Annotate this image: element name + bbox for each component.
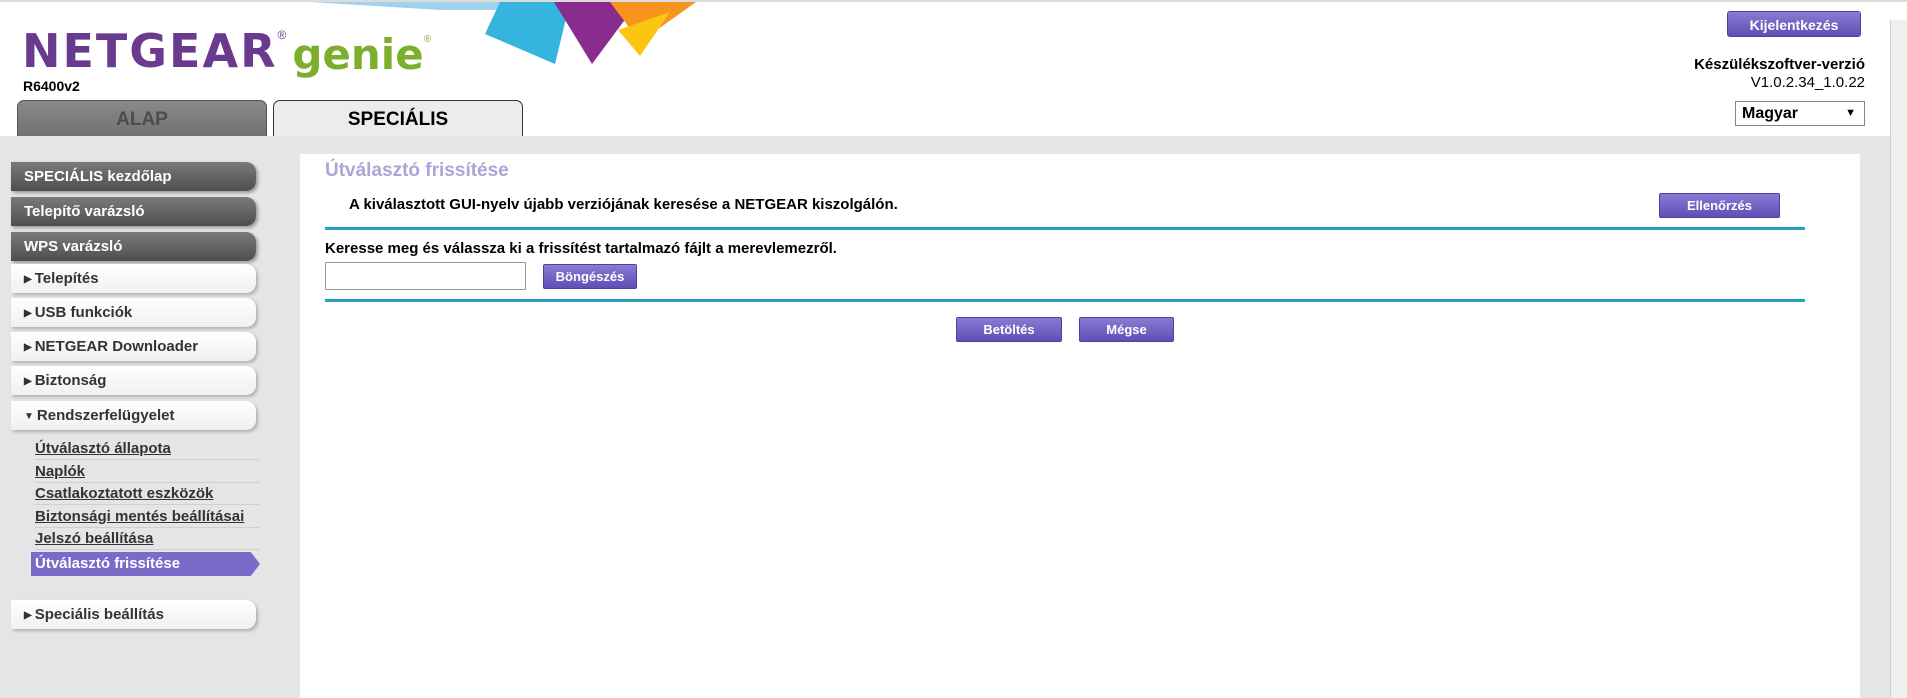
model-name: R6400v2 xyxy=(23,78,80,94)
header: NETGEAR® genie® R6400v2 ALAP SPECIÁLIS Ki… xyxy=(0,0,1907,138)
sidebar-section-label: NETGEAR Downloader xyxy=(34,338,199,355)
upload-button[interactable]: Betöltés xyxy=(956,317,1062,342)
expand-arrow-icon: ▶ xyxy=(24,376,32,387)
collapse-arrow-icon: ▼ xyxy=(24,411,34,422)
file-path-input[interactable] xyxy=(325,262,526,290)
divider xyxy=(325,227,1805,230)
sidebar-section-security[interactable]: ▶ Biztonság xyxy=(11,366,256,395)
check-button[interactable]: Ellenőrzés xyxy=(1659,193,1780,218)
sidebar-item-advanced-home[interactable]: SPECIÁLIS kezdőlap xyxy=(11,162,256,191)
sidebar-item-attached-devices[interactable]: Csatlakoztatott eszközök xyxy=(35,483,260,505)
logo-product-text: genie xyxy=(292,30,424,79)
sidebar-item-backup-settings[interactable]: Biztonsági mentés beállításai xyxy=(35,506,260,528)
logo-registered-mark: ® xyxy=(277,28,287,42)
browse-button[interactable]: Böngészés xyxy=(543,264,637,289)
sidebar-section-label: Telepítés xyxy=(34,270,99,287)
sidebar-item-router-update[interactable]: Útválasztó frissítése xyxy=(31,552,260,576)
chevron-down-icon: ▼ xyxy=(1845,107,1856,119)
expand-arrow-icon: ▶ xyxy=(24,610,32,621)
tab-basic[interactable]: ALAP xyxy=(17,100,267,138)
expand-arrow-icon: ▶ xyxy=(24,342,32,353)
scrollbar[interactable] xyxy=(1890,20,1907,698)
sidebar-section-advanced-setup[interactable]: ▶ Speciális beállítás xyxy=(11,600,256,629)
sidebar-section-label: Speciális beállítás xyxy=(34,606,164,623)
main-content: Útválasztó frissítése A kiválasztott GUI… xyxy=(300,154,1860,698)
tab-advanced[interactable]: SPECIÁLIS xyxy=(273,100,523,138)
page-title: Útválasztó frissítése xyxy=(325,160,509,181)
sidebar-section-setup[interactable]: ▶ Telepítés xyxy=(11,264,256,293)
logo-product-registered-mark: ® xyxy=(423,34,432,45)
sidebar-section-downloader[interactable]: ▶ NETGEAR Downloader xyxy=(11,332,256,361)
expand-arrow-icon: ▶ xyxy=(24,308,32,319)
firmware-version-label: Készülékszoftver-verzió xyxy=(1694,56,1865,73)
file-select-label: Keresse meg és válassza ki a frissítést … xyxy=(325,240,837,257)
sidebar-section-usb[interactable]: ▶ USB funkciók xyxy=(11,298,256,327)
language-select-value: Magyar xyxy=(1742,105,1799,122)
firmware-version-value: V1.0.2.34_1.0.22 xyxy=(1750,74,1865,91)
logo-brand-text: NETGEAR xyxy=(22,24,278,78)
divider xyxy=(325,299,1805,302)
sidebar-item-logs[interactable]: Naplók xyxy=(35,461,260,483)
sidebar-item-router-status[interactable]: Útválasztó állapota xyxy=(35,438,260,460)
netgear-genie-logo: NETGEAR® genie® xyxy=(22,24,432,79)
sidebar-item-set-password[interactable]: Jelszó beállítása xyxy=(35,528,260,550)
expand-arrow-icon: ▶ xyxy=(24,274,32,285)
logout-button[interactable]: Kijelentkezés xyxy=(1727,11,1861,37)
cancel-button[interactable]: Mégse xyxy=(1079,317,1174,342)
sidebar-section-label: Biztonság xyxy=(34,372,107,389)
check-description: A kiválasztott GUI-nyelv újabb verzióján… xyxy=(349,196,898,213)
sidebar-section-label: Rendszerfelügyelet xyxy=(36,407,175,424)
sidebar-item-wps-wizard[interactable]: WPS varázsló xyxy=(11,232,256,261)
sidebar-item-setup-wizard[interactable]: Telepítő varázsló xyxy=(11,197,256,226)
sidebar-section-label: USB funkciók xyxy=(34,304,133,321)
sidebar-section-administration[interactable]: ▼ Rendszerfelügyelet xyxy=(11,401,256,430)
language-select[interactable]: Magyar ▼ xyxy=(1735,101,1865,126)
